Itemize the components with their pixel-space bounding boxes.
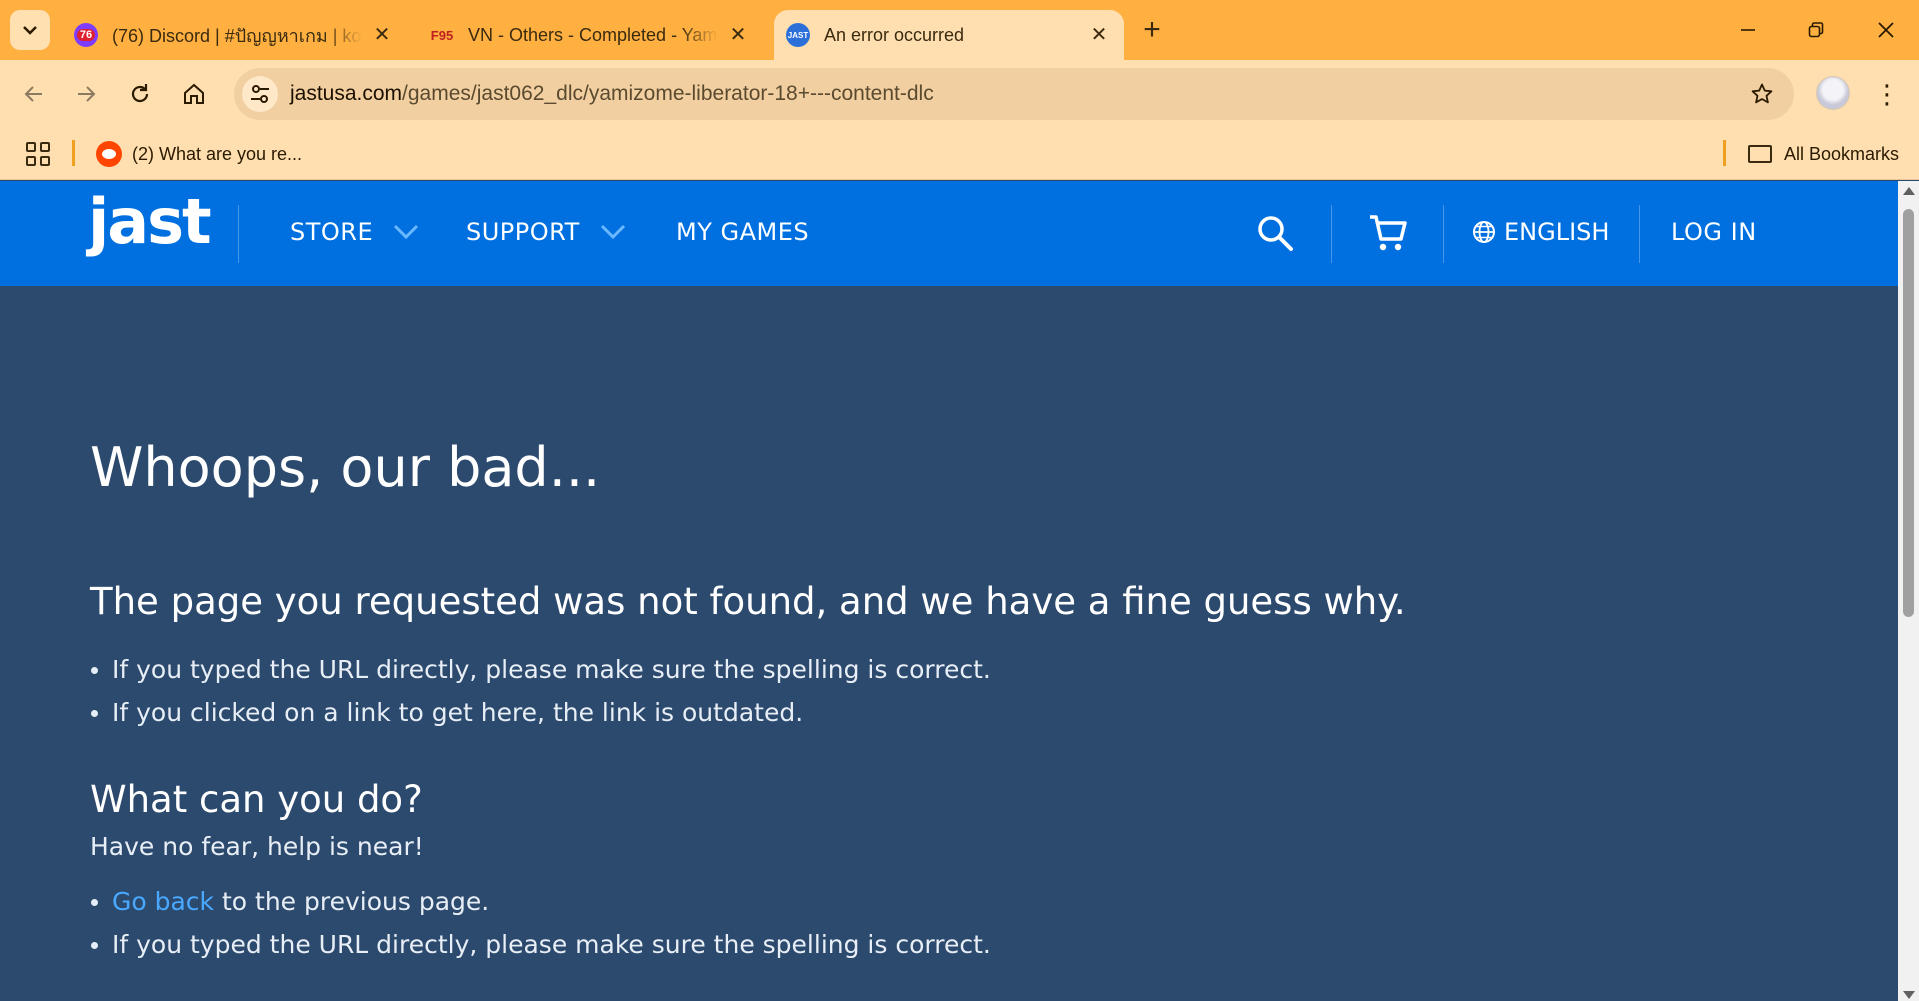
- what-can-you-do-heading: What can you do?: [90, 778, 423, 821]
- url-text[interactable]: jastusa.com/games/jast062_dlc/yamizome-l…: [290, 82, 934, 106]
- header-divider: [238, 205, 239, 263]
- star-icon: [1751, 83, 1773, 104]
- menu-kebab-icon[interactable]: ⋮: [1872, 76, 1902, 112]
- reddit-icon: [96, 141, 122, 167]
- nav-store[interactable]: STORE: [290, 218, 419, 246]
- list-item: If you typed the URL directly, please ma…: [90, 923, 991, 966]
- tab-f95[interactable]: F95 VN - Others - Completed - Yam ✕: [418, 10, 763, 60]
- scroll-down-arrow-icon[interactable]: [1903, 991, 1915, 999]
- restore-button[interactable]: [1796, 12, 1836, 48]
- error-content: Whoops, our bad... The page you requeste…: [0, 286, 1898, 1001]
- home-icon: [184, 83, 204, 104]
- header-divider: [1443, 205, 1444, 263]
- chevron-down-icon: [23, 26, 37, 35]
- new-tab-button[interactable]: +: [1136, 14, 1168, 46]
- list-item: If you typed the URL directly, please ma…: [90, 648, 991, 691]
- bookmark-separator: [1723, 140, 1726, 166]
- bookmark-separator: [72, 140, 75, 166]
- close-icon: [1878, 22, 1894, 38]
- chevron-down-icon: [394, 224, 419, 240]
- bookmark-star-button[interactable]: [1748, 80, 1776, 108]
- address-bar[interactable]: jastusa.com/games/jast062_dlc/yamizome-l…: [234, 68, 1794, 120]
- f95-favicon-icon: F95: [430, 27, 454, 43]
- profile-avatar[interactable]: [1816, 76, 1850, 110]
- language-selector[interactable]: ENGLISH: [1472, 218, 1609, 246]
- arrow-right-icon: [78, 86, 96, 102]
- restore-icon: [1808, 22, 1824, 38]
- chevron-down-icon: [600, 224, 625, 240]
- all-bookmarks-button[interactable]: All Bookmarks: [1747, 140, 1899, 168]
- scroll-thumb[interactable]: [1903, 209, 1914, 617]
- bookmark-reddit[interactable]: (2) What are you re...: [96, 140, 302, 168]
- site-header: jast STORE SUPPORT MY GAMES ENGLISH LOG …: [0, 181, 1898, 286]
- apps-grid-icon[interactable]: [24, 140, 52, 168]
- scroll-up-arrow-icon[interactable]: [1903, 187, 1915, 195]
- list-item: Go back to the previous page.: [90, 880, 991, 923]
- close-tab-icon[interactable]: ✕: [1088, 23, 1110, 46]
- tune-icon: [251, 85, 269, 103]
- help-subtext: Have no fear, help is near!: [90, 832, 424, 861]
- tab-jast-active[interactable]: JAST An error occurred ✕: [774, 10, 1124, 60]
- browser-toolbar: jastusa.com/games/jast062_dlc/yamizome-l…: [0, 60, 1919, 128]
- header-divider: [1331, 205, 1332, 263]
- back-button[interactable]: [16, 76, 52, 112]
- tab-title: (76) Discord | #ปัญญหาเกม | korr: [112, 25, 362, 46]
- nav-support-label: SUPPORT: [466, 218, 580, 246]
- jast-favicon-icon: JAST: [786, 23, 810, 47]
- list-item: If you clicked on a link to get here, th…: [90, 691, 991, 734]
- search-button[interactable]: [1253, 211, 1297, 255]
- search-icon: [1258, 216, 1293, 251]
- reasons-list: If you typed the URL directly, please ma…: [90, 648, 991, 734]
- jast-logo[interactable]: jast: [88, 191, 212, 253]
- language-label: ENGLISH: [1504, 218, 1610, 246]
- cart-icon: [1370, 215, 1407, 251]
- tab-title: An error occurred: [824, 24, 965, 45]
- all-bookmarks-label: All Bookmarks: [1783, 143, 1899, 164]
- globe-icon: [1473, 221, 1495, 243]
- header-divider: [1639, 205, 1640, 263]
- site-info-button[interactable]: [242, 76, 278, 112]
- cart-button[interactable]: [1366, 211, 1410, 255]
- error-title: Whoops, our bad...: [90, 436, 601, 499]
- minimize-button[interactable]: [1728, 12, 1768, 48]
- discord-favicon-icon: 76: [74, 23, 98, 47]
- tab-discord[interactable]: 76 (76) Discord | #ปัญญหาเกม | korr ✕: [62, 10, 407, 60]
- arrow-left-icon: [24, 86, 42, 102]
- actions-list: Go back to the previous page. If you typ…: [90, 880, 991, 966]
- home-button[interactable]: [176, 76, 212, 112]
- page-scrollbar[interactable]: [1898, 181, 1919, 1001]
- tab-search-button[interactable]: [10, 10, 50, 50]
- nav-store-label: STORE: [290, 218, 374, 246]
- folder-icon: [1747, 145, 1772, 163]
- minimize-icon: [1741, 29, 1755, 31]
- close-window-button[interactable]: [1866, 12, 1906, 48]
- bookmarks-bar: (2) What are you re... All Bookmarks: [0, 128, 1919, 180]
- error-subtitle: The page you requested was not found, an…: [90, 580, 1406, 623]
- go-back-text: to the previous page.: [214, 887, 490, 916]
- tab-strip: 76 (76) Discord | #ปัญญหาเกม | korr ✕ F9…: [0, 0, 1919, 60]
- reload-icon: [131, 84, 149, 103]
- go-back-link[interactable]: Go back: [112, 887, 214, 916]
- reload-button[interactable]: [122, 76, 158, 112]
- forward-button[interactable]: [68, 76, 104, 112]
- nav-my-games-label: MY GAMES: [676, 218, 810, 246]
- nav-my-games[interactable]: MY GAMES: [676, 218, 809, 246]
- login-link[interactable]: LOG IN: [1671, 218, 1757, 246]
- bookmark-label: (2) What are you re...: [132, 143, 303, 164]
- nav-support[interactable]: SUPPORT: [466, 218, 626, 246]
- close-tab-icon[interactable]: ✕: [371, 23, 393, 46]
- close-tab-icon[interactable]: ✕: [727, 23, 749, 46]
- tab-title: VN - Others - Completed - Yam: [468, 24, 718, 45]
